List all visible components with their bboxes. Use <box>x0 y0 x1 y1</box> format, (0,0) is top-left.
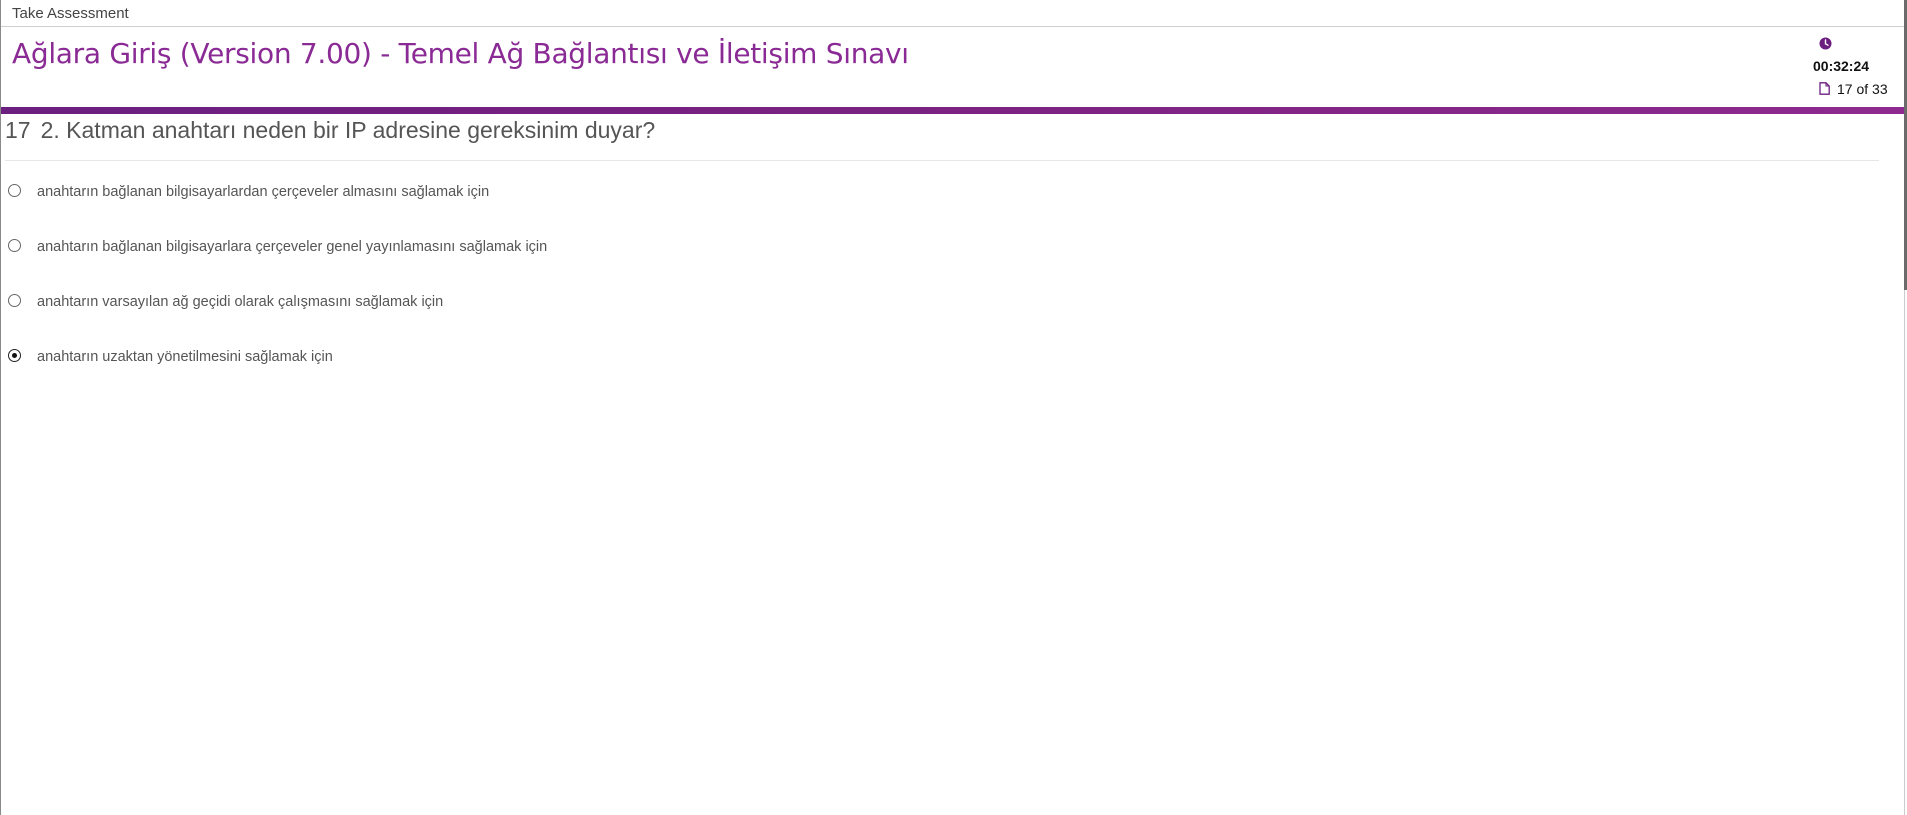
exam-title: Ağlara Giriş (Version 7.00) - Temel Ağ B… <box>12 37 909 70</box>
radio-button[interactable] <box>8 239 21 252</box>
window-titlebar: Take Assessment <box>1 0 1905 27</box>
radio-button[interactable] <box>8 184 21 197</box>
answer-option-label[interactable]: anahtarın uzaktan yönetilmesini sağlamak… <box>37 349 333 365</box>
exam-header: Ağlara Giriş (Version 7.00) - Temel Ağ B… <box>1 27 1905 108</box>
clock-icon <box>1819 37 1832 50</box>
answer-option-label[interactable]: anahtarın varsayılan ağ geçidi olarak ça… <box>37 294 443 310</box>
question-divider <box>5 160 1879 161</box>
question-number: 17 <box>5 117 31 143</box>
radio-button-selected[interactable] <box>8 349 21 362</box>
answer-option-3[interactable]: anahtarın varsayılan ağ geçidi olarak ça… <box>1 291 901 321</box>
accent-bar <box>1 107 1905 114</box>
answer-option-4[interactable]: anahtarın uzaktan yönetilmesini sağlamak… <box>1 346 901 376</box>
timer-block: 00:32:24 17 of 33 <box>1811 37 1897 101</box>
page-icon <box>1819 82 1830 95</box>
answer-option-label[interactable]: anahtarın bağlanan bilgisayarlardan çerç… <box>37 184 489 200</box>
question-text: 2. Katman anahtarı neden bir IP adresine… <box>40 117 656 143</box>
question-heading: 17 2. Katman anahtarı neden bir IP adresi… <box>5 117 655 144</box>
window-title: Take Assessment <box>12 5 129 22</box>
answer-option-2[interactable]: anahtarın bağlanan bilgisayarlara çerçev… <box>1 236 901 266</box>
question-progress: 17 of 33 <box>1837 81 1888 97</box>
answer-option-label[interactable]: anahtarın bağlanan bilgisayarlara çerçev… <box>37 239 547 255</box>
countdown-timer: 00:32:24 <box>1813 58 1870 74</box>
radio-button[interactable] <box>8 294 21 307</box>
assessment-window: Take Assessment Ağlara Giriş (Version 7.… <box>0 0 1905 815</box>
answer-option-1[interactable]: anahtarın bağlanan bilgisayarlardan çerç… <box>1 181 901 211</box>
